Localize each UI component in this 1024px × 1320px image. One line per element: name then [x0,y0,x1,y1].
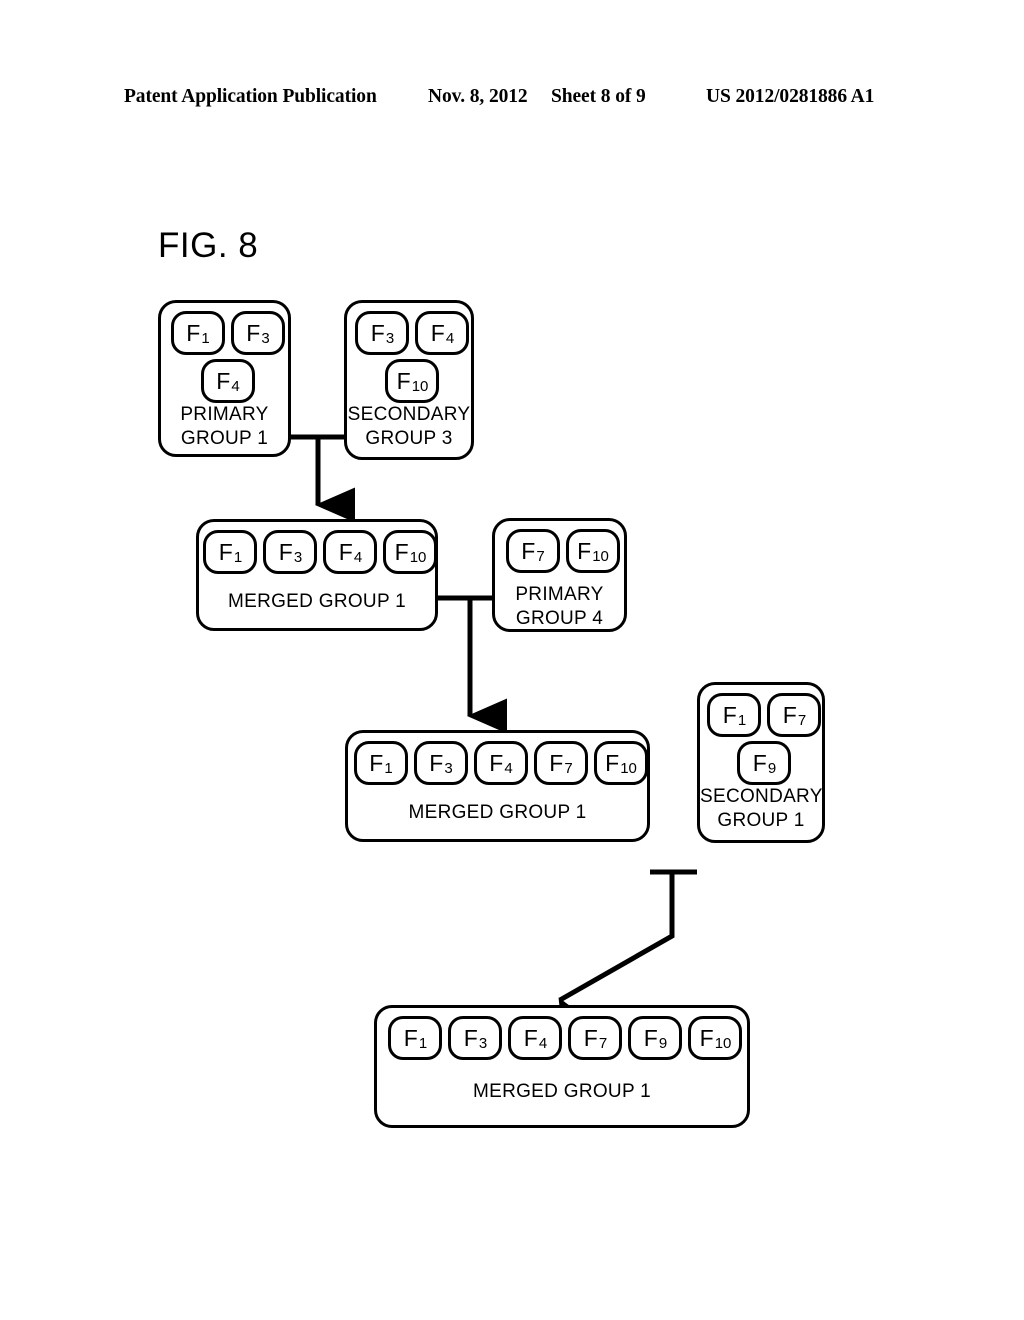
group-box-primary-group-1: F 1 F 3 F 4 PRIMARY GROUP 1 [158,300,291,457]
feature-subscript: 4 [445,329,455,347]
feature-base: F [583,1024,598,1051]
feature-chip-f1[interactable]: F1 [170,311,225,355]
group-box-primary-group-4: F 7 F 10 PRIMARY GROUP 4 [492,518,627,632]
feature-base: F [699,1024,714,1051]
feature-chip-f7[interactable]: F7 [505,529,560,573]
feature-chip-f9[interactable]: F9 [737,741,791,785]
feature-subscript: 3 [261,329,270,347]
feature-subscript: 3 [293,548,303,566]
feature-chip-f4[interactable]: F4 [473,741,528,785]
feature-chip-f1[interactable]: F1 [203,530,257,574]
feature-chip-f7[interactable]: F7 [767,693,821,737]
group-label-merged-group-1-stage-2: MERGED GROUP 1 [408,802,587,823]
connector-arrow-merge-arrow-3 [558,872,675,1041]
feature-subscript: 7 [536,547,545,565]
feature-base: F [216,367,231,394]
feature-subscript: 7 [564,759,573,777]
feature-base: F [394,538,409,565]
feature-subscript: 4 [538,1034,548,1052]
feature-chip-f7[interactable]: F7 [568,1016,622,1060]
group-label-secondary-group-3: SECONDARY GROUP 3 [347,404,471,449]
feature-base: F [782,701,797,728]
feature-base: F [429,749,444,776]
feature-subscript: 3 [444,759,453,777]
figure-diagram: F 1 F 3 F 4 PRIMARY GROUP 1 F 3 F 4 F 10 SECONDARY GR… [0,0,1024,1320]
feature-subscript: 9 [767,759,777,777]
feature-chip-f4[interactable]: F4 [415,311,469,355]
feature-base: F [338,538,353,565]
group-box-secondary-group-3: F 3 F 4 F 10 SECONDARY GROUP 3 [344,300,474,460]
feature-base: F [186,319,201,346]
feature-base: F [521,537,536,564]
feature-base: F [463,1024,478,1051]
feature-chip-f1[interactable]: F1 [388,1016,442,1060]
feature-base: F [549,749,564,776]
feature-subscript: 4 [231,377,240,395]
feature-subscript: 3 [385,329,395,347]
feature-chip-f4[interactable]: F4 [323,530,377,574]
feature-chip-f9[interactable]: F9 [628,1016,682,1060]
feature-chip-f10[interactable]: F 10 [383,530,437,574]
group-box-merged-group-1-stage-1: F 1 F 3 F 4 F 10 MERGED GROUP 1 [196,519,438,631]
feature-chip-f4[interactable]: F4 [200,359,255,403]
feature-base: F [246,319,261,346]
feature-base: F [643,1024,658,1051]
feature-base: F [430,319,445,346]
feature-base: F [523,1024,538,1051]
feature-chip-f3[interactable]: F3 [413,741,468,785]
feature-base: F [722,701,737,728]
feature-subscript: 10 [411,377,429,395]
group-box-merged-group-1-stage-2: F 1 F 3 F 4 F 7 F 10 MERGED GROUP 1 [345,730,650,842]
group-label-primary-group-4: PRIMARY GROUP 4 [515,584,604,629]
feature-base: F [278,538,293,565]
feature-base: F [605,749,620,776]
feature-base: F [489,749,504,776]
feature-base: F [370,319,385,346]
feature-chip-f3[interactable]: F3 [230,311,285,355]
feature-base: F [403,1024,418,1051]
group-label-secondary-group-1: SECONDARY GROUP 1 [700,786,823,831]
feature-chip-f3[interactable]: F3 [263,530,317,574]
feature-base: F [369,749,384,776]
feature-subscript: 10 [714,1034,732,1052]
feature-subscript: 1 [737,711,747,729]
feature-subscript: 4 [353,548,363,566]
feature-subscript: 10 [409,548,427,566]
feature-subscript: 1 [201,329,210,347]
feature-subscript: 7 [797,711,807,729]
feature-chip-f1[interactable]: F1 [707,693,761,737]
feature-base: F [396,367,411,394]
feature-chip-f4[interactable]: F4 [508,1016,562,1060]
feature-subscript: 1 [418,1034,428,1052]
group-box-merged-group-1-final: F 1 F 3 F 4 F 7 F 9 F 10 MERGED GROUP 1 [374,1005,750,1128]
feature-chip-f7[interactable]: F7 [533,741,588,785]
feature-chip-f3[interactable]: F3 [355,311,409,355]
group-label-merged-group-1-final: MERGED GROUP 1 [472,1081,652,1102]
feature-chip-f10[interactable]: F 10 [688,1016,742,1060]
feature-subscript: 4 [504,759,513,777]
feature-subscript: 9 [658,1034,668,1052]
group-label-merged-group-1-stage-1: MERGED GROUP 1 [227,591,407,612]
feature-subscript: 7 [598,1034,608,1052]
feature-chip-f10[interactable]: F 10 [385,359,439,403]
feature-subscript: 3 [478,1034,488,1052]
feature-subscript: 10 [592,547,609,565]
feature-chip-f10[interactable]: F 10 [593,741,648,785]
feature-base: F [577,537,592,564]
feature-chip-f1[interactable]: F1 [353,741,408,785]
feature-chip-f3[interactable]: F3 [448,1016,502,1060]
feature-base: F [218,538,233,565]
feature-subscript: 1 [384,759,393,777]
feature-subscript: 10 [620,759,637,777]
group-box-secondary-group-1: F 1 F 7 F 9 SECONDARY GROUP 1 [697,682,825,843]
group-label-primary-group-1: PRIMARY GROUP 1 [180,404,269,449]
feature-base: F [752,749,767,776]
feature-subscript: 1 [233,548,243,566]
feature-chip-f10[interactable]: F 10 [565,529,620,573]
